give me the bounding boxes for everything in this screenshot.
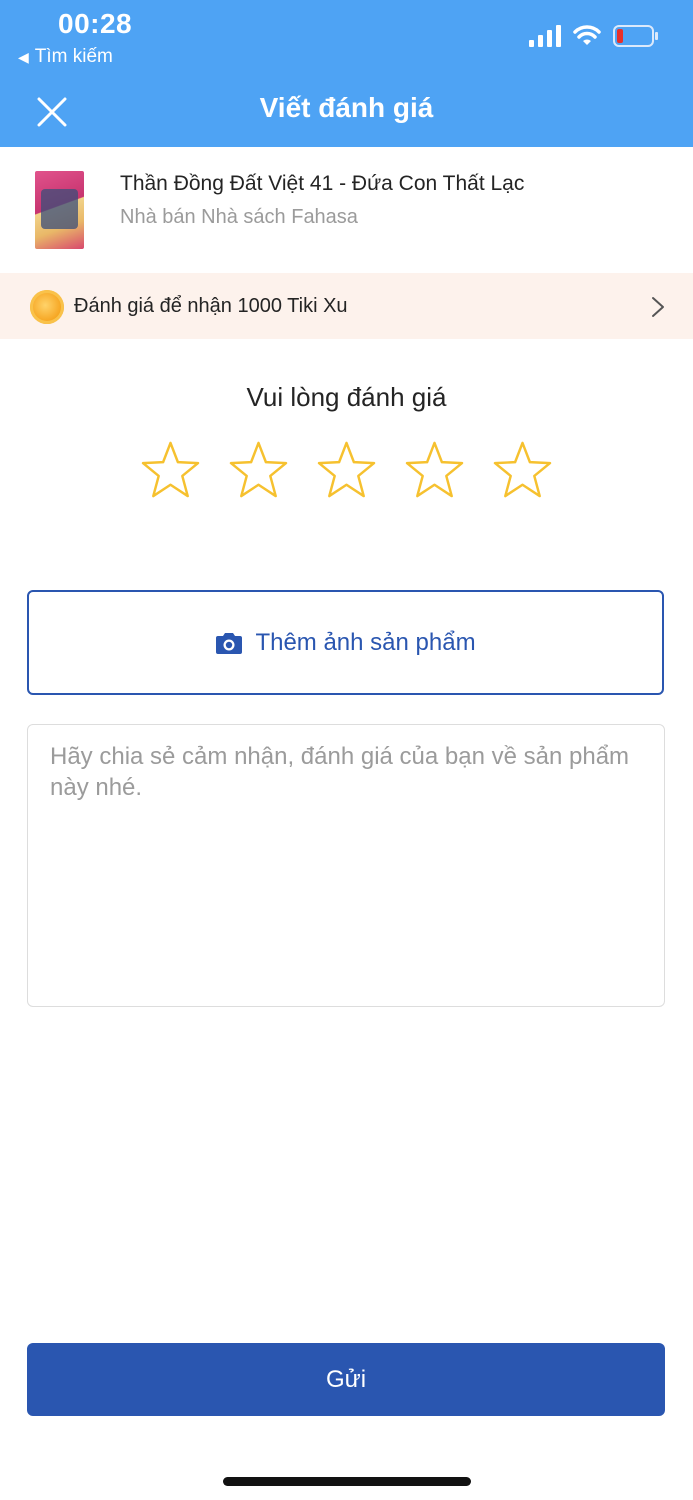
- coin-icon: [30, 290, 64, 324]
- product-seller: Nhà bán Nhà sách Fahasa: [120, 206, 358, 228]
- submit-button[interactable]: Gửi: [27, 1343, 665, 1416]
- add-photo-button[interactable]: Thêm ảnh sản phẩm: [27, 590, 664, 695]
- review-comment-input[interactable]: [27, 724, 665, 1007]
- triangle-left-icon: ◀: [18, 48, 29, 65]
- status-icons: [529, 24, 659, 48]
- back-to-app-link[interactable]: ◀ Tìm kiếm: [18, 46, 113, 68]
- star-rating: [141, 440, 552, 499]
- product-summary: Thần Đồng Đất Việt 41 - Đứa Con Thất Lạc…: [0, 147, 693, 273]
- camera-icon: [216, 632, 243, 654]
- back-app-label: Tìm kiếm: [34, 46, 113, 67]
- rating-prompt: Vui lòng đánh giá: [246, 382, 447, 412]
- header-bar: 00:28 ◀ Tìm kiếm Viết đánh giá: [0, 0, 693, 147]
- battery-low-icon: [613, 25, 658, 47]
- cellular-signal-icon: [529, 25, 561, 47]
- status-time: 00:28: [58, 8, 133, 39]
- home-indicator: [223, 1477, 471, 1486]
- star-3-icon[interactable]: [317, 440, 376, 499]
- star-4-icon[interactable]: [405, 440, 464, 499]
- star-5-icon[interactable]: [493, 440, 552, 499]
- product-thumbnail: [35, 171, 84, 249]
- chevron-right-icon: [652, 297, 664, 317]
- wifi-icon: [573, 25, 601, 45]
- reward-banner[interactable]: Đánh giá để nhận 1000 Tiki Xu: [0, 273, 693, 339]
- product-name: Thần Đồng Đất Việt 41 - Đứa Con Thất Lạc: [120, 172, 525, 195]
- star-1-icon[interactable]: [141, 440, 200, 499]
- page-title: Viết đánh giá: [259, 92, 434, 123]
- star-2-icon[interactable]: [229, 440, 288, 499]
- reward-text: Đánh giá để nhận 1000 Tiki Xu: [74, 295, 348, 317]
- add-photo-label: Thêm ảnh sản phẩm: [255, 628, 476, 656]
